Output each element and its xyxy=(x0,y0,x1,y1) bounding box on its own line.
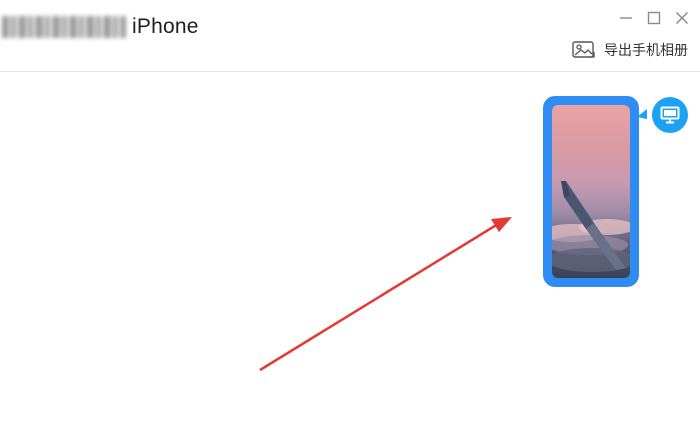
title-bar: iPhone 导出手机相册 xyxy=(0,0,700,72)
close-icon xyxy=(676,12,688,24)
maximize-button[interactable] xyxy=(644,8,664,28)
monitor-icon xyxy=(660,106,680,124)
export-label: 导出手机相册 xyxy=(604,42,688,58)
bubble-notch xyxy=(637,109,647,119)
minimize-icon xyxy=(620,17,632,19)
close-button[interactable] xyxy=(672,8,692,28)
minimize-button[interactable] xyxy=(616,8,636,28)
maximize-icon xyxy=(647,11,661,25)
airplane-wing-image xyxy=(552,181,630,272)
mirror-screen-button[interactable] xyxy=(652,97,688,133)
device-model-label: iPhone xyxy=(132,15,199,38)
export-photos-button[interactable]: 导出手机相册 xyxy=(572,38,688,62)
phone-screen-wallpaper xyxy=(552,105,630,278)
device-name: iPhone xyxy=(2,12,199,42)
image-icon xyxy=(572,41,595,58)
phone-preview[interactable] xyxy=(543,96,639,287)
window-controls xyxy=(616,8,692,28)
blurred-device-owner xyxy=(2,16,126,38)
